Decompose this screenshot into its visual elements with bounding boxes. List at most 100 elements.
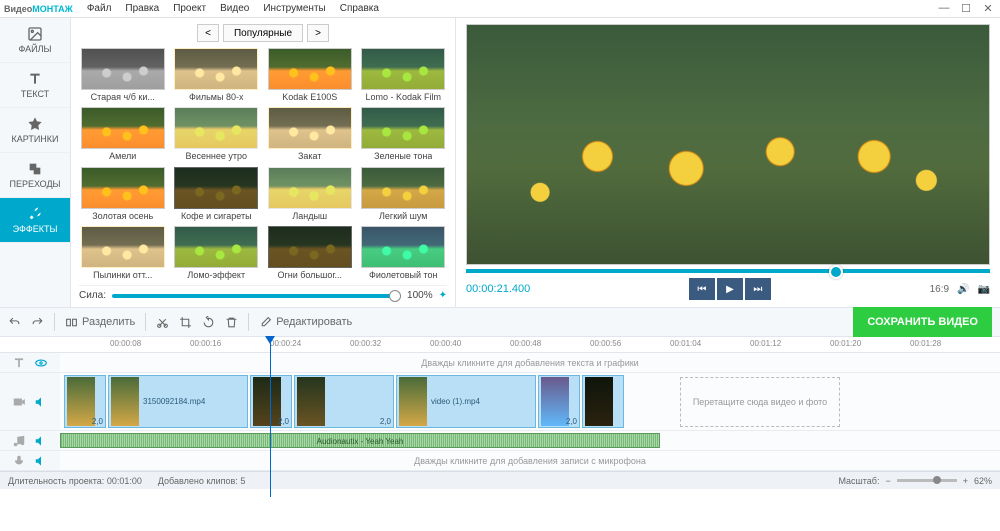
track-body-text[interactable]: Дважды кликните для добавления текста и … (60, 353, 1000, 372)
effect-item[interactable]: Lomo - Kodak Film (360, 48, 448, 103)
effect-item[interactable]: Огни большог... (266, 226, 354, 281)
sidebar-item-text[interactable]: ТЕКСТ (0, 63, 70, 108)
volume-icon[interactable] (34, 454, 48, 468)
zoom-in-button[interactable]: + (963, 476, 968, 486)
snapshot-icon[interactable]: 📷 (978, 284, 990, 295)
text-track-icon (12, 356, 26, 370)
video-clip[interactable] (582, 375, 624, 428)
effect-item[interactable]: Фиолетовый тон (360, 226, 448, 281)
wand-icon (27, 206, 43, 222)
playhead[interactable] (270, 337, 271, 497)
preview-panel: 00:00:21.400 ⏮ ▶ ⏭ 16:9 🔊 📷 (456, 18, 1000, 307)
effect-item[interactable]: Кофе и сигареты (173, 167, 261, 222)
visibility-icon[interactable] (34, 356, 48, 370)
prev-frame-button[interactable]: ⏮ (689, 278, 715, 300)
category-nav: < Популярные > (79, 24, 447, 42)
track-video: 2,0 3150092184.mp4 2,0 2,0 video (1).mp4… (0, 373, 1000, 431)
strength-row: Сила: 100% ✦ (79, 285, 447, 301)
split-button[interactable]: Разделить (65, 316, 135, 329)
undo-button[interactable] (8, 316, 21, 329)
menu-tools[interactable]: Инструменты (263, 3, 325, 14)
strength-value: 100% (407, 290, 433, 301)
menu-file[interactable]: Файл (87, 3, 112, 14)
sidebar-label: ПЕРЕХОДЫ (9, 179, 60, 189)
effect-item[interactable]: Kodak E100S (266, 48, 354, 103)
zoom-slider[interactable] (897, 479, 957, 482)
statusbar: Длительность проекта: 00:01:00 Добавлено… (0, 471, 1000, 489)
zoom-out-button[interactable]: − (885, 476, 890, 486)
crop-button[interactable] (179, 316, 192, 329)
effect-item[interactable]: Пылинки отт... (79, 226, 167, 281)
category-prev-button[interactable]: < (197, 24, 219, 42)
effect-item[interactable]: Легкий шум (360, 167, 448, 222)
text-icon (27, 71, 43, 87)
effect-item[interactable]: Ломо-эффект (173, 226, 261, 281)
cut-button[interactable] (156, 316, 169, 329)
track-text: Дважды кликните для добавления текста и … (0, 353, 1000, 373)
video-track-icon (12, 395, 26, 409)
effect-item[interactable]: Закат (266, 107, 354, 162)
effect-item[interactable]: Зеленые тона (360, 107, 448, 162)
volume-icon[interactable] (34, 395, 48, 409)
status-clips: Добавлено клипов: 5 (158, 476, 245, 486)
music-track-icon (12, 434, 26, 448)
sidebar-item-files[interactable]: ФАЙЛЫ (0, 18, 70, 63)
category-next-button[interactable]: > (307, 24, 329, 42)
track-body-video[interactable]: 2,0 3150092184.mp4 2,0 2,0 video (1).mp4… (60, 373, 1000, 430)
wand-icon[interactable]: ✦ (439, 290, 447, 301)
video-clip[interactable]: 2,0 (538, 375, 580, 428)
aspect-ratio[interactable]: 16:9 (930, 284, 949, 295)
sidebar-item-effects[interactable]: ЭФФЕКТЫ (0, 198, 70, 243)
preview-scrubber[interactable] (466, 269, 990, 273)
category-select[interactable]: Популярные (223, 24, 303, 42)
play-button[interactable]: ▶ (717, 278, 743, 300)
track-audio: Audionautix - Yeah Yeah (0, 431, 1000, 451)
delete-button[interactable] (225, 316, 238, 329)
save-video-button[interactable]: СОХРАНИТЬ ВИДЕО (853, 307, 992, 337)
effect-item[interactable]: Фильмы 80-х (173, 48, 261, 103)
effect-item[interactable]: Весеннее утро (173, 107, 261, 162)
zoom-value: 62% (974, 476, 992, 486)
video-clip[interactable]: 2,0 (250, 375, 292, 428)
effect-item[interactable]: Амели (79, 107, 167, 162)
audio-clip[interactable]: Audionautix - Yeah Yeah (60, 433, 660, 448)
minimize-button[interactable]: — (936, 2, 952, 15)
sidebar-item-transitions[interactable]: ПЕРЕХОДЫ (0, 153, 70, 198)
app-logo: ВидеоМОНТАЖ (4, 4, 73, 14)
menu-help[interactable]: Справка (340, 3, 379, 14)
preview-controls: 00:00:21.400 ⏮ ▶ ⏭ 16:9 🔊 📷 (466, 277, 990, 301)
timeline-ruler[interactable]: 00:00:08 00:00:16 00:00:24 00:00:32 00:0… (0, 337, 1000, 353)
preview-viewport[interactable] (466, 24, 990, 265)
menu-video[interactable]: Видео (220, 3, 249, 14)
video-clip[interactable]: 3150092184.mp4 (108, 375, 248, 428)
timecode: 00:00:21.400 (466, 283, 530, 295)
menu-project[interactable]: Проект (173, 3, 206, 14)
effects-panel: < Популярные > Старая ч/б ки... Фильмы 8… (71, 18, 456, 307)
star-icon (27, 116, 43, 132)
sidebar-item-pictures[interactable]: КАРТИНКИ (0, 108, 70, 153)
volume-icon[interactable]: 🔊 (957, 284, 969, 295)
effect-item[interactable]: Старая ч/б ки... (79, 48, 167, 103)
track-head-mic (0, 454, 60, 468)
effect-item[interactable]: Золотая осень (79, 167, 167, 222)
rotate-button[interactable] (202, 316, 215, 329)
video-clip[interactable]: 2,0 (64, 375, 106, 428)
timeline: Дважды кликните для добавления текста и … (0, 353, 1000, 471)
video-clip[interactable]: 2,0 (294, 375, 394, 428)
next-frame-button[interactable]: ⏭ (745, 278, 771, 300)
volume-icon[interactable] (34, 434, 48, 448)
video-clip[interactable]: video (1).mp4 (396, 375, 536, 428)
edit-button[interactable]: Редактировать (259, 316, 352, 329)
video-dropzone[interactable]: Перетащите сюда видео и фото (680, 377, 840, 427)
redo-button[interactable] (31, 316, 44, 329)
track-body-mic[interactable]: Дважды кликните для добавления записи с … (60, 451, 1000, 470)
track-head-audio (0, 434, 60, 448)
close-button[interactable]: ✕ (980, 2, 996, 15)
sidebar-label: КАРТИНКИ (11, 134, 58, 144)
effect-item[interactable]: Ландыш (266, 167, 354, 222)
track-body-audio[interactable]: Audionautix - Yeah Yeah (60, 431, 1000, 450)
menu-edit[interactable]: Правка (125, 3, 159, 14)
titlebar: ВидеоМОНТАЖ Файл Правка Проект Видео Инс… (0, 0, 1000, 18)
strength-slider[interactable] (112, 294, 401, 298)
maximize-button[interactable]: ☐ (958, 2, 974, 15)
